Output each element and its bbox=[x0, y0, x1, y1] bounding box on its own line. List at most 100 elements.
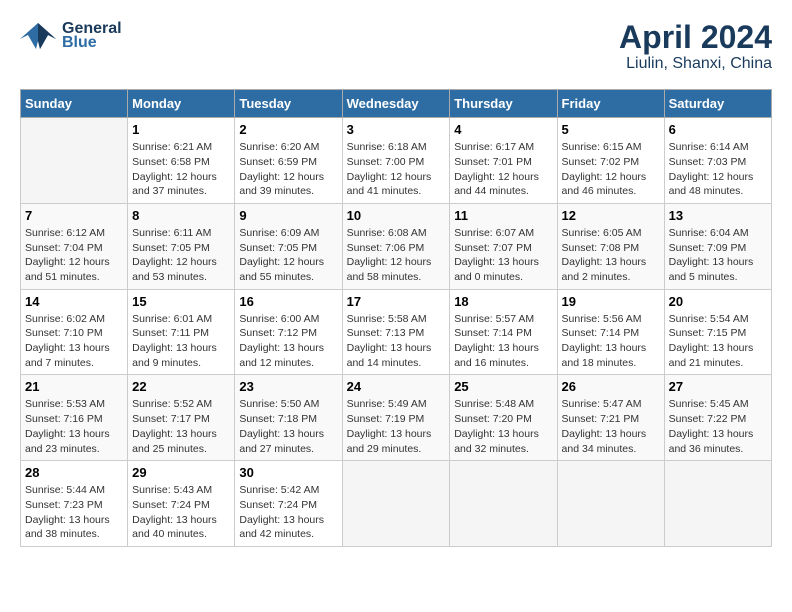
day-info: Sunrise: 5:56 AM Sunset: 7:14 PM Dayligh… bbox=[562, 312, 660, 371]
day-number: 25 bbox=[454, 379, 552, 394]
day-info: Sunrise: 5:57 AM Sunset: 7:14 PM Dayligh… bbox=[454, 312, 552, 371]
day-info: Sunrise: 5:52 AM Sunset: 7:17 PM Dayligh… bbox=[132, 397, 230, 456]
day-number: 23 bbox=[239, 379, 337, 394]
calendar-cell: 14 Sunrise: 6:02 AM Sunset: 7:10 PM Dayli… bbox=[21, 289, 128, 375]
column-header-sunday: Sunday bbox=[21, 90, 128, 118]
day-info: Sunrise: 6:04 AM Sunset: 7:09 PM Dayligh… bbox=[669, 226, 767, 285]
calendar-cell: 17 Sunrise: 5:58 AM Sunset: 7:13 PM Dayli… bbox=[342, 289, 450, 375]
calendar-cell: 8 Sunrise: 6:11 AM Sunset: 7:05 PM Daylig… bbox=[128, 203, 235, 289]
calendar-cell: 9 Sunrise: 6:09 AM Sunset: 7:05 PM Daylig… bbox=[235, 203, 342, 289]
day-number: 17 bbox=[347, 294, 446, 309]
day-number: 30 bbox=[239, 465, 337, 480]
day-number: 8 bbox=[132, 208, 230, 223]
day-info: Sunrise: 5:50 AM Sunset: 7:18 PM Dayligh… bbox=[239, 397, 337, 456]
day-number: 1 bbox=[132, 122, 230, 137]
calendar-cell: 10 Sunrise: 6:08 AM Sunset: 7:06 PM Dayli… bbox=[342, 203, 450, 289]
day-info: Sunrise: 6:00 AM Sunset: 7:12 PM Dayligh… bbox=[239, 312, 337, 371]
column-header-monday: Monday bbox=[128, 90, 235, 118]
calendar-cell: 4 Sunrise: 6:17 AM Sunset: 7:01 PM Daylig… bbox=[450, 118, 557, 204]
day-info: Sunrise: 5:43 AM Sunset: 7:24 PM Dayligh… bbox=[132, 483, 230, 542]
calendar-cell: 1 Sunrise: 6:21 AM Sunset: 6:58 PM Daylig… bbox=[128, 118, 235, 204]
column-header-tuesday: Tuesday bbox=[235, 90, 342, 118]
calendar-cell: 5 Sunrise: 6:15 AM Sunset: 7:02 PM Daylig… bbox=[557, 118, 664, 204]
calendar-cell: 3 Sunrise: 6:18 AM Sunset: 7:00 PM Daylig… bbox=[342, 118, 450, 204]
day-number: 5 bbox=[562, 122, 660, 137]
column-header-friday: Friday bbox=[557, 90, 664, 118]
day-info: Sunrise: 5:44 AM Sunset: 7:23 PM Dayligh… bbox=[25, 483, 123, 542]
day-number: 10 bbox=[347, 208, 446, 223]
day-info: Sunrise: 6:21 AM Sunset: 6:58 PM Dayligh… bbox=[132, 140, 230, 199]
day-number: 24 bbox=[347, 379, 446, 394]
day-number: 2 bbox=[239, 122, 337, 137]
day-number: 3 bbox=[347, 122, 446, 137]
day-info: Sunrise: 6:11 AM Sunset: 7:05 PM Dayligh… bbox=[132, 226, 230, 285]
page-header: General Blue April 2024 Liulin, Shanxi, … bbox=[20, 20, 772, 73]
calendar-cell bbox=[21, 118, 128, 204]
calendar-week-1: 1 Sunrise: 6:21 AM Sunset: 6:58 PM Daylig… bbox=[21, 118, 772, 204]
calendar-week-5: 28 Sunrise: 5:44 AM Sunset: 7:23 PM Dayli… bbox=[21, 461, 772, 547]
calendar-cell bbox=[342, 461, 450, 547]
day-number: 11 bbox=[454, 208, 552, 223]
calendar-cell: 26Sunrise: 5:47 AM Sunset: 7:21 PM Dayli… bbox=[557, 375, 664, 461]
day-info: Sunrise: 5:49 AM Sunset: 7:19 PM Dayligh… bbox=[347, 397, 446, 456]
logo-text: General Blue bbox=[62, 20, 122, 52]
column-header-thursday: Thursday bbox=[450, 90, 557, 118]
day-number: 19 bbox=[562, 294, 660, 309]
day-number: 9 bbox=[239, 208, 337, 223]
calendar-cell: 2 Sunrise: 6:20 AM Sunset: 6:59 PM Daylig… bbox=[235, 118, 342, 204]
page-title: April 2024 bbox=[619, 20, 772, 55]
day-number: 22 bbox=[132, 379, 230, 394]
calendar-week-3: 14 Sunrise: 6:02 AM Sunset: 7:10 PM Dayli… bbox=[21, 289, 772, 375]
logo-icon bbox=[20, 21, 56, 51]
calendar-cell: 12 Sunrise: 6:05 AM Sunset: 7:08 PM Dayli… bbox=[557, 203, 664, 289]
calendar-cell: 29 Sunrise: 5:43 AM Sunset: 7:24 PM Dayli… bbox=[128, 461, 235, 547]
day-info: Sunrise: 6:12 AM Sunset: 7:04 PM Dayligh… bbox=[25, 226, 123, 285]
calendar-cell: 23 Sunrise: 5:50 AM Sunset: 7:18 PM Dayli… bbox=[235, 375, 342, 461]
calendar-week-4: 21Sunrise: 5:53 AM Sunset: 7:16 PM Dayli… bbox=[21, 375, 772, 461]
calendar-cell: 15 Sunrise: 6:01 AM Sunset: 7:11 PM Dayli… bbox=[128, 289, 235, 375]
calendar-cell: 6 Sunrise: 6:14 AM Sunset: 7:03 PM Daylig… bbox=[664, 118, 771, 204]
day-number: 4 bbox=[454, 122, 552, 137]
calendar-table: SundayMondayTuesdayWednesdayThursdayFrid… bbox=[20, 89, 772, 547]
title-block: April 2024 Liulin, Shanxi, China bbox=[619, 20, 772, 73]
calendar-cell: 20Sunrise: 5:54 AM Sunset: 7:15 PM Dayli… bbox=[664, 289, 771, 375]
calendar-cell bbox=[450, 461, 557, 547]
calendar-cell: 22 Sunrise: 5:52 AM Sunset: 7:17 PM Dayli… bbox=[128, 375, 235, 461]
calendar-cell: 7 Sunrise: 6:12 AM Sunset: 7:04 PM Daylig… bbox=[21, 203, 128, 289]
calendar-cell: 13Sunrise: 6:04 AM Sunset: 7:09 PM Dayli… bbox=[664, 203, 771, 289]
day-info: Sunrise: 6:07 AM Sunset: 7:07 PM Dayligh… bbox=[454, 226, 552, 285]
calendar-cell: 30 Sunrise: 5:42 AM Sunset: 7:24 PM Dayli… bbox=[235, 461, 342, 547]
day-info: Sunrise: 5:53 AM Sunset: 7:16 PM Dayligh… bbox=[25, 397, 123, 456]
day-info: Sunrise: 6:18 AM Sunset: 7:00 PM Dayligh… bbox=[347, 140, 446, 199]
day-info: Sunrise: 5:47 AM Sunset: 7:21 PM Dayligh… bbox=[562, 397, 660, 456]
day-number: 14 bbox=[25, 294, 123, 309]
day-number: 29 bbox=[132, 465, 230, 480]
day-number: 15 bbox=[132, 294, 230, 309]
day-info: Sunrise: 6:02 AM Sunset: 7:10 PM Dayligh… bbox=[25, 312, 123, 371]
day-info: Sunrise: 5:45 AM Sunset: 7:22 PM Dayligh… bbox=[669, 397, 767, 456]
day-info: Sunrise: 6:17 AM Sunset: 7:01 PM Dayligh… bbox=[454, 140, 552, 199]
day-number: 28 bbox=[25, 465, 123, 480]
day-info: Sunrise: 6:14 AM Sunset: 7:03 PM Dayligh… bbox=[669, 140, 767, 199]
calendar-cell bbox=[664, 461, 771, 547]
day-info: Sunrise: 5:42 AM Sunset: 7:24 PM Dayligh… bbox=[239, 483, 337, 542]
day-info: Sunrise: 5:54 AM Sunset: 7:15 PM Dayligh… bbox=[669, 312, 767, 371]
column-header-wednesday: Wednesday bbox=[342, 90, 450, 118]
day-info: Sunrise: 6:05 AM Sunset: 7:08 PM Dayligh… bbox=[562, 226, 660, 285]
day-info: Sunrise: 6:01 AM Sunset: 7:11 PM Dayligh… bbox=[132, 312, 230, 371]
calendar-cell: 21Sunrise: 5:53 AM Sunset: 7:16 PM Dayli… bbox=[21, 375, 128, 461]
day-info: Sunrise: 6:08 AM Sunset: 7:06 PM Dayligh… bbox=[347, 226, 446, 285]
calendar-cell bbox=[557, 461, 664, 547]
day-info: Sunrise: 5:48 AM Sunset: 7:20 PM Dayligh… bbox=[454, 397, 552, 456]
calendar-cell: 16Sunrise: 6:00 AM Sunset: 7:12 PM Dayli… bbox=[235, 289, 342, 375]
day-number: 6 bbox=[669, 122, 767, 137]
day-number: 27 bbox=[669, 379, 767, 394]
day-info: Sunrise: 6:20 AM Sunset: 6:59 PM Dayligh… bbox=[239, 140, 337, 199]
calendar-cell: 18Sunrise: 5:57 AM Sunset: 7:14 PM Dayli… bbox=[450, 289, 557, 375]
day-number: 12 bbox=[562, 208, 660, 223]
day-info: Sunrise: 5:58 AM Sunset: 7:13 PM Dayligh… bbox=[347, 312, 446, 371]
day-number: 7 bbox=[25, 208, 123, 223]
day-info: Sunrise: 6:15 AM Sunset: 7:02 PM Dayligh… bbox=[562, 140, 660, 199]
day-info: Sunrise: 6:09 AM Sunset: 7:05 PM Dayligh… bbox=[239, 226, 337, 285]
calendar-cell: 24 Sunrise: 5:49 AM Sunset: 7:19 PM Dayli… bbox=[342, 375, 450, 461]
